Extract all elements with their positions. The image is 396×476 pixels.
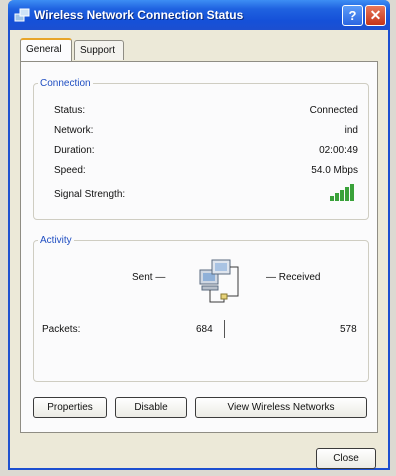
close-icon: ✕ [369,7,382,23]
network-value: ind [344,125,358,136]
signal-bar [345,187,349,201]
sent-label: Sent — [132,272,166,283]
sent-packets-value: 684 [196,324,213,335]
connection-legend: Connection [40,78,91,89]
help-icon: ? [348,8,357,23]
tab-general[interactable]: General [20,38,72,61]
title-close-button[interactable]: ✕ [365,5,386,26]
network-row: Network: ind [54,125,358,139]
status-value: Connected [309,105,358,116]
signal-bar [330,196,334,201]
activity-group: Activity Sent — — Received Packets: 684 … [33,235,369,382]
status-dialog: Wireless Network Connection Status ? ✕ G… [8,0,390,470]
duration-label: Duration: [54,145,95,156]
connection-group: Connection Status: Connected Network: in… [33,78,369,220]
help-button[interactable]: ? [342,5,363,26]
activity-legend: Activity [40,235,72,246]
signal-bar [335,193,339,201]
close-button[interactable]: Close [316,448,376,469]
speed-label: Speed: [54,165,86,176]
network-activity-icon [199,259,239,303]
duration-row: Duration: 02:00:49 [54,145,358,159]
signal-strength-icon [330,183,358,201]
general-tab-panel: Connection Status: Connected Network: in… [20,61,378,433]
disable-button[interactable]: Disable [115,397,187,418]
received-packets-value: 578 [340,324,357,335]
signal-row: Signal Strength: [54,184,358,203]
speed-row: Speed: 54.0 Mbps [54,165,358,179]
signal-bar [340,190,344,201]
signal-bar [350,184,354,201]
tab-support[interactable]: Support [74,40,124,60]
signal-label: Signal Strength: [54,189,126,200]
view-wireless-networks-button[interactable]: View Wireless Networks [195,397,367,418]
speed-value: 54.0 Mbps [311,165,358,176]
properties-button[interactable]: Properties [33,397,107,418]
window-title: Wireless Network Connection Status [34,8,244,22]
duration-value: 02:00:49 [319,145,358,156]
title-bar[interactable]: Wireless Network Connection Status ? ✕ [8,0,390,30]
status-row: Status: Connected [54,105,358,119]
status-label: Status: [54,105,86,116]
network-label: Network: [54,125,94,136]
packets-label: Packets: [42,324,81,335]
wireless-network-icon [14,8,30,22]
received-label: — Received [266,272,321,283]
packets-divider [224,320,225,338]
